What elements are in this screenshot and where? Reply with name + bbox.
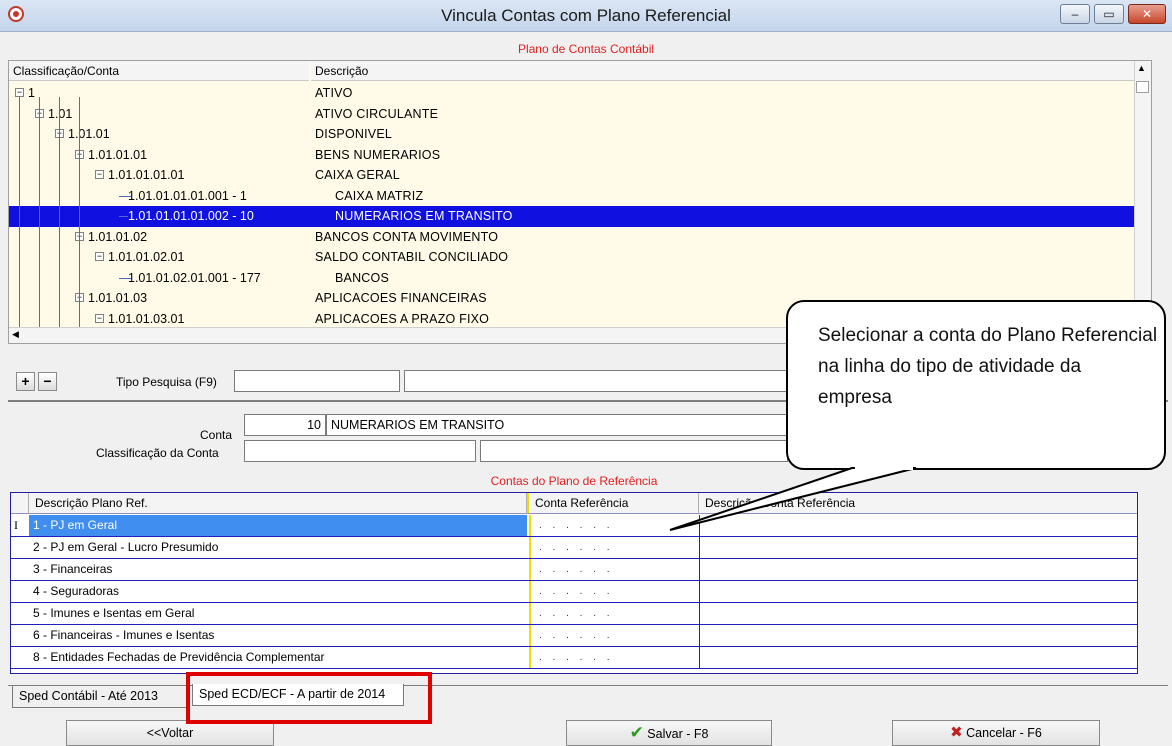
callout-tail [669,467,917,531]
callout-pointer [669,466,917,531]
highlight-box [186,672,432,724]
